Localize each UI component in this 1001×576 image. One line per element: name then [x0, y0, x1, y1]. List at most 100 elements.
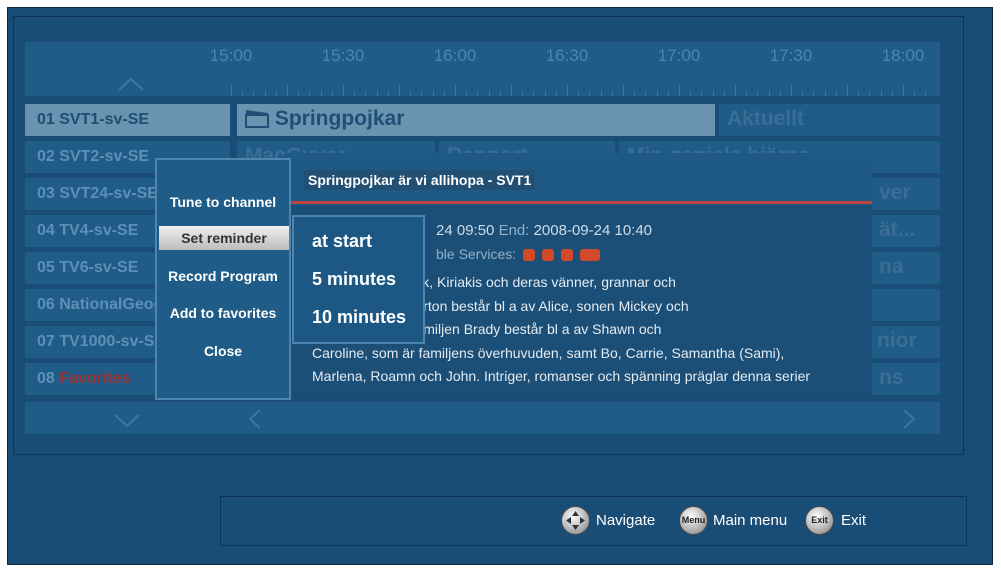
reminder-submenu: at start 5 minutes 10 minutes	[292, 215, 425, 344]
menu-set-reminder[interactable]: Set reminder	[159, 226, 289, 250]
timeline-tick	[555, 90, 557, 96]
scroll-right-arrow-icon[interactable]	[902, 408, 916, 430]
timeline-tick	[891, 90, 893, 96]
time-label: 16:00	[433, 46, 477, 65]
program-cell-selected[interactable]: Springpojkar	[237, 104, 715, 136]
timeline-tick	[253, 90, 255, 96]
timeline-tick	[578, 90, 580, 96]
timeline-tick	[701, 90, 703, 96]
timeline-tick	[443, 90, 445, 96]
scroll-left-arrow-icon[interactable]	[248, 408, 262, 430]
reminder-10-minutes[interactable]: 10 minutes	[312, 307, 406, 328]
reminder-5-minutes[interactable]: 5 minutes	[312, 269, 396, 290]
timeline-tick	[287, 84, 288, 96]
timeline-tick	[343, 84, 344, 96]
scroll-up-arrow-icon[interactable]	[117, 76, 145, 92]
timeline-tick	[275, 90, 277, 96]
navigate-label: Navigate	[596, 512, 656, 529]
timeline-tick	[600, 90, 602, 96]
time-label: 16:30	[545, 46, 589, 65]
timeline-tick	[354, 90, 356, 96]
timeline-tick	[309, 90, 311, 96]
service-back-icon	[541, 249, 554, 262]
timeline-tick	[544, 90, 546, 96]
time-label: 15:00	[209, 46, 253, 65]
info-time: 24 09:50 End: 2008-09-24 10:40	[436, 222, 653, 239]
timeline-tick	[746, 90, 748, 96]
timeline-tick	[611, 90, 613, 96]
timeline-tick	[387, 90, 389, 96]
timeline-tick	[488, 90, 490, 96]
timeline-tick	[645, 90, 647, 96]
timeline-tick	[231, 84, 232, 96]
main-menu-label: Main menu	[713, 512, 788, 529]
timeline-tick	[410, 90, 412, 96]
timeline-tick	[835, 90, 837, 96]
menu-close[interactable]: Close	[157, 343, 289, 359]
timeline-tick	[679, 84, 680, 96]
service-bell-icon	[560, 249, 573, 262]
timeline-tick	[511, 84, 512, 96]
exit-button-icon[interactable]: Exit	[805, 506, 834, 535]
timeline-tick	[757, 90, 759, 96]
menu-button-icon[interactable]: Menu	[679, 506, 708, 535]
info-header: Springpojkar är vi allihopa - SVT1	[286, 153, 872, 205]
divider	[286, 201, 872, 204]
menu-tune-to-channel[interactable]: Tune to channel	[157, 194, 289, 210]
timeline-tick	[824, 90, 826, 96]
timeline-tick	[242, 90, 244, 96]
timeline-tick	[264, 90, 266, 96]
menu-record-program[interactable]: Record Program	[157, 268, 289, 284]
timeline-bar: 15:00 15:30 16:00 16:30 17:00 17:30 18:0…	[25, 42, 940, 96]
service-pause-icon	[523, 249, 536, 262]
timeline-tick	[567, 84, 568, 96]
time-label: 18:00	[881, 46, 925, 65]
timeline-tick	[320, 90, 322, 96]
time-label: 15:30	[321, 46, 365, 65]
exit-label: Exit	[841, 512, 867, 529]
timeline-tick	[723, 90, 725, 96]
scroll-strip	[25, 402, 940, 434]
timeline-tick	[712, 90, 714, 96]
timeline-tick	[869, 90, 871, 96]
timeline-tick	[499, 90, 501, 96]
timeline-tick	[533, 90, 535, 96]
timeline-tick	[667, 90, 669, 96]
scroll-down-arrow-icon[interactable]	[113, 413, 141, 429]
timeline-tick	[656, 90, 658, 96]
timeline-tick	[365, 90, 367, 96]
timeline-tick	[802, 90, 804, 96]
timeline-tick	[477, 90, 479, 96]
service-rec-icon	[579, 249, 600, 262]
timeline-tick	[690, 90, 692, 96]
timeline-tick	[399, 84, 400, 96]
context-menu: Tune to channel Set reminder Record Prog…	[155, 158, 291, 400]
timeline-tick	[735, 84, 736, 96]
timeline-tick	[522, 90, 524, 96]
timeline-tick	[903, 84, 904, 96]
timeline-tick	[858, 90, 860, 96]
time-label: 17:00	[657, 46, 701, 65]
timeline-tick	[589, 90, 591, 96]
timeline-tick	[847, 84, 848, 96]
reminder-at-start[interactable]: at start	[312, 231, 372, 252]
timeline-tick	[779, 90, 781, 96]
timeline-tick	[421, 90, 423, 96]
timeline-tick	[813, 90, 815, 96]
navigate-dpad-icon	[561, 506, 590, 535]
timeline-tick	[768, 90, 770, 96]
timeline-tick	[376, 90, 378, 96]
info-title: Springpojkar är vi allihopa - SVT1	[304, 170, 536, 190]
time-label: 17:30	[769, 46, 813, 65]
timeline-tick	[880, 90, 882, 96]
menu-add-to-favorites[interactable]: Add to favorites	[157, 305, 289, 321]
info-services: ble Services:	[436, 246, 600, 262]
channel-row[interactable]: 01 SVT1-sv-SE	[25, 104, 230, 136]
program-cell[interactable]: Aktuellt	[719, 104, 940, 136]
timeline-tick	[455, 84, 456, 96]
timeline-tick	[298, 90, 300, 96]
timeline-tick	[432, 90, 434, 96]
timeline-tick	[466, 90, 468, 96]
clapperboard-icon	[245, 108, 269, 128]
timeline-tick	[791, 84, 792, 96]
